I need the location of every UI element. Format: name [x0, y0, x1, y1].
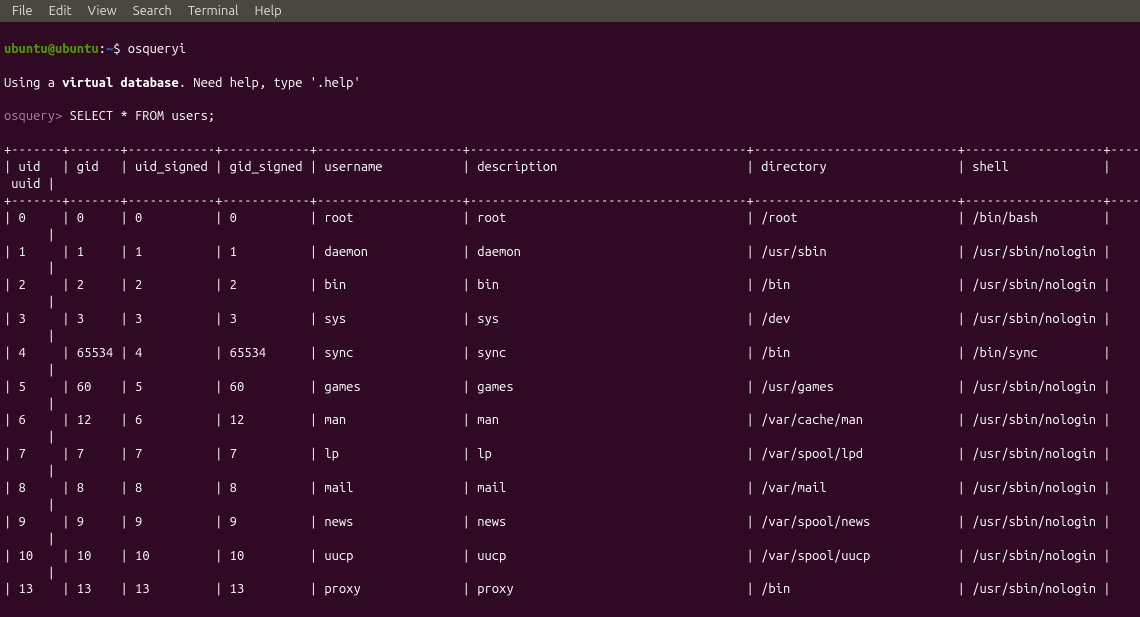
table-row: | [4, 294, 1136, 311]
table-row: | 6 | 12 | 6 | 12 | man | man | /var/cac… [4, 412, 1136, 429]
osquery-prompt: osquery> [4, 109, 62, 123]
table-row: | 3 | 3 | 3 | 3 | sys | sys | /dev | /us… [4, 311, 1136, 328]
menu-view[interactable]: View [80, 3, 125, 20]
sql-query: SELECT * FROM users; [62, 109, 215, 123]
prompt-host: ubuntu [55, 42, 99, 56]
table-row: | [4, 565, 1136, 582]
table-row: | [4, 463, 1136, 480]
table-row: uuid | [4, 176, 1136, 193]
table-row: | [4, 396, 1136, 413]
menu-search[interactable]: Search [125, 3, 180, 20]
menu-terminal[interactable]: Terminal [180, 3, 247, 20]
prompt-user: ubuntu [4, 42, 48, 56]
table-row: | [4, 531, 1136, 548]
prompt-dollar: $ [113, 42, 120, 56]
table-row: | 0 | 0 | 0 | 0 | root | root | /root | … [4, 210, 1136, 227]
virtual-database-text: virtual database [62, 76, 178, 90]
menu-help[interactable]: Help [246, 3, 289, 20]
table-row: | 5 | 60 | 5 | 60 | games | games | /usr… [4, 379, 1136, 396]
query-result-table: +-------+-------+------------+----------… [4, 142, 1136, 598]
menu-file[interactable]: File [4, 3, 41, 20]
command-osqueryi: osqueryi [128, 42, 186, 56]
table-row: | [4, 362, 1136, 379]
table-row: | [4, 260, 1136, 277]
table-row: | 4 | 65534 | 4 | 65534 | sync | sync | … [4, 345, 1136, 362]
table-row: | 9 | 9 | 9 | 9 | news | news | /var/spo… [4, 514, 1136, 531]
table-row: | 10 | 10 | 10 | 10 | uucp | uucp | /var… [4, 548, 1136, 565]
menu-edit[interactable]: Edit [41, 3, 80, 20]
table-row: | 8 | 8 | 8 | 8 | mail | mail | /var/mai… [4, 480, 1136, 497]
table-row: | 1 | 1 | 1 | 1 | daemon | daemon | /usr… [4, 244, 1136, 261]
prompt-line: ubuntu@ubuntu:~$ osqueryi [4, 41, 1136, 58]
table-row: | 7 | 7 | 7 | 7 | lp | lp | /var/spool/l… [4, 446, 1136, 463]
osquery-prompt-line: osquery> SELECT * FROM users; [4, 108, 1136, 125]
table-row: +-------+-------+------------+----------… [4, 142, 1136, 159]
terminal-output[interactable]: ubuntu@ubuntu:~$ osqueryi Using a virtua… [0, 22, 1140, 617]
table-row: +-------+-------+------------+----------… [4, 193, 1136, 210]
table-row: | [4, 497, 1136, 514]
table-row: | [4, 227, 1136, 244]
menubar: File Edit View Search Terminal Help [0, 0, 1140, 22]
table-row: | [4, 429, 1136, 446]
prompt-at: @ [48, 42, 55, 56]
help-line: Using a virtual database. Need help, typ… [4, 75, 1136, 92]
table-row: | 2 | 2 | 2 | 2 | bin | bin | /bin | /us… [4, 277, 1136, 294]
table-row: | uid | gid | uid_signed | gid_signed | … [4, 159, 1136, 176]
table-row: | [4, 328, 1136, 345]
table-row: | 13 | 13 | 13 | 13 | proxy | proxy | /b… [4, 581, 1136, 598]
